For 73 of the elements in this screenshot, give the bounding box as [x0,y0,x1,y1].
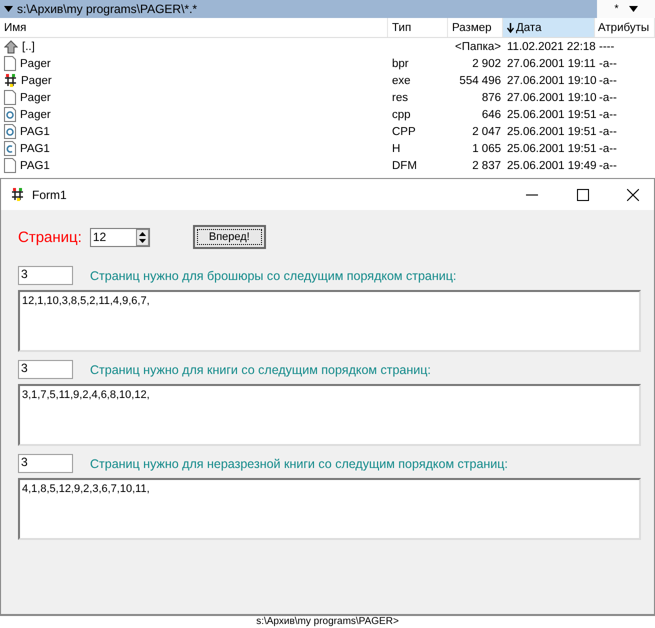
window-title: Form1 [32,188,68,202]
file-attributes: -a-- [599,142,617,154]
column-header[interactable]: Дата [503,18,595,37]
page-order-field[interactable]: 12,1,10,3,8,5,2,11,4,9,6,7, [18,290,641,352]
close-icon[interactable] [627,188,639,200]
sort-arrow-icon [507,22,514,32]
file-date: 25.06.2001 19:51 [507,126,597,138]
file-date: 27.06.2001 19:10 [507,92,597,104]
file-attributes: -a-- [599,92,617,104]
pages-label: Страниц: [18,228,82,246]
maximize-icon[interactable] [577,188,589,200]
cpp-file-icon [4,107,16,122]
page-order-field[interactable]: 4,1,8,5,12,9,2,3,6,7,10,11, [18,478,641,540]
file-attributes: -a-- [599,160,617,172]
file-date: 25.06.2001 19:51 [507,142,597,154]
file-date: 11.02.2021 22:18 [507,40,596,52]
count-field[interactable]: 3 [18,454,73,473]
file-attributes: -a-- [599,74,617,86]
count-field[interactable]: 3 [18,360,73,379]
file-icon [4,56,16,71]
section-label: Страниц нужно для книги со следущим порядком страниц: [90,362,431,376]
panel-menu-button[interactable]: * [597,0,655,18]
file-type: cpp [392,108,411,120]
program-icon [11,188,24,201]
file-size: <Папка> [455,40,501,52]
caret-icon [628,6,638,12]
file-type: exe [392,74,411,86]
file-name[interactable]: Pager [20,92,51,104]
file-date: 25.06.2001 19:51 [507,108,597,120]
file-type: bpr [392,58,409,70]
file-name[interactable]: PAG1 [20,160,50,172]
path-text: s:\Архив\my programs\PAGER\*.* [17,2,198,16]
column-header[interactable]: Атрибуты [595,18,655,37]
file-size: 646 [482,108,501,120]
pages-spinner[interactable]: 12 [90,228,150,246]
column-header[interactable]: Имя [0,18,388,37]
file-name[interactable]: [..] [22,40,35,52]
file-type: res [392,92,408,104]
file-type: H [392,142,400,154]
file-size: 876 [482,92,501,104]
file-date: 25.06.2001 19:49 [507,160,597,172]
file-date: 27.06.2001 19:11 [507,58,596,70]
file-name[interactable]: PAG1 [20,142,50,154]
file-size: 1 065 [472,142,501,154]
file-icon [4,90,16,105]
file-date: 27.06.2001 19:10 [507,74,597,86]
file-name[interactable]: Pager [20,58,51,70]
file-attributes: ---- [599,40,614,52]
program-icon [4,74,17,87]
file-type: CPP [392,126,416,138]
section-label: Страниц нужно для брошюры со следущим порядком страниц: [90,268,456,282]
section-label: Страниц нужно для неразрезной книги со следущим порядком страниц: [90,456,508,470]
file-name[interactable]: Pager [21,74,52,86]
file-size: 2 837 [472,160,501,172]
forward-button[interactable]: Вперед! [192,225,266,249]
file-size: 554 496 [459,74,501,86]
file-name[interactable]: PAG1 [20,126,50,138]
column-header[interactable]: Тип [388,18,448,37]
folder-up-icon [4,40,18,54]
caret-icon[interactable] [4,6,13,12]
file-attributes: -a-- [599,58,617,70]
file-attributes: -a-- [599,126,617,138]
page-order-field[interactable]: 3,1,7,5,11,9,2,4,6,8,10,12, [18,384,641,446]
count-field[interactable]: 3 [18,266,73,285]
file-name[interactable]: Pager [20,108,51,120]
file-size: 2 047 [472,126,501,138]
file-type: DFM [392,160,417,172]
cpp-file-icon [4,124,16,139]
file-size: 2 902 [472,58,501,70]
header-file-icon [4,141,16,156]
file-attributes: -a-- [599,108,617,120]
command-prompt: s:\Архив\my programs\PAGER> [256,616,399,628]
file-icon [4,158,16,173]
